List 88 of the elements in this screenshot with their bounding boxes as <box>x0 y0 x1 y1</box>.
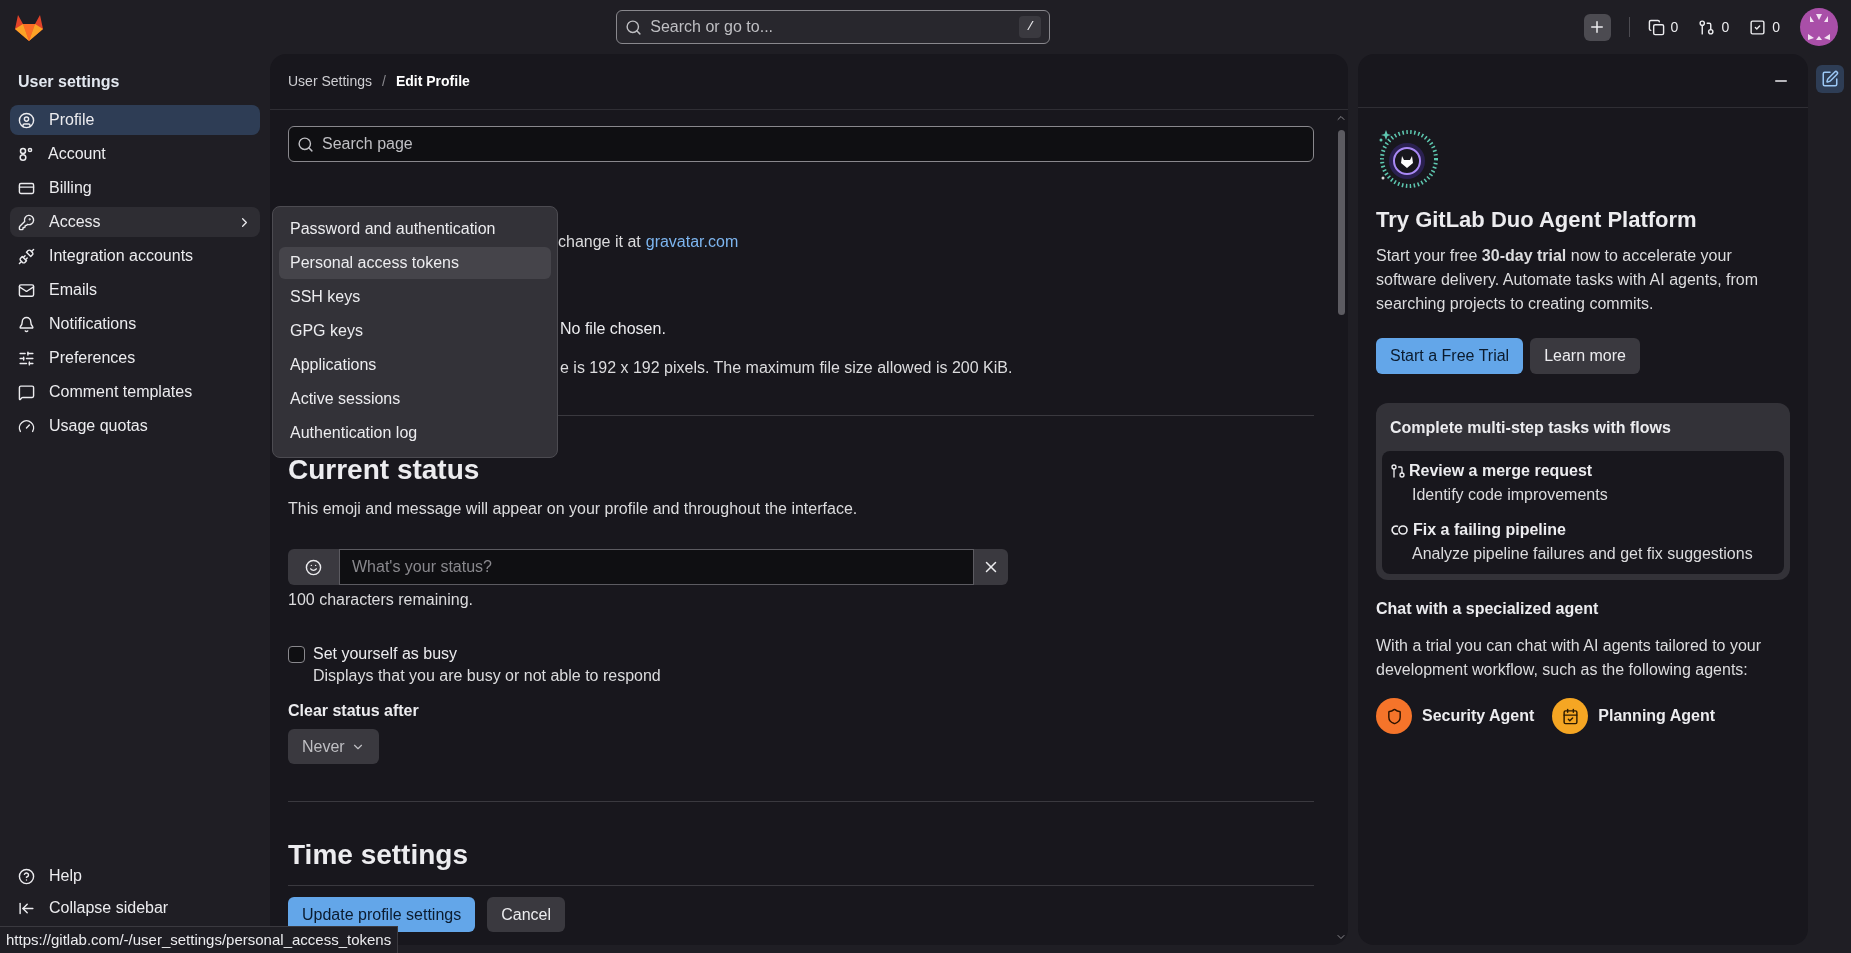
merge-request-icon <box>1390 463 1406 479</box>
shield-icon <box>1385 707 1403 725</box>
chat-description: With a trial you can chat with AI agents tailored to your development workflow, such as the following agents: <box>1376 636 1763 680</box>
create-new-button[interactable] <box>1583 13 1611 41</box>
smiley-icon <box>305 558 322 576</box>
clear-status-button[interactable] <box>974 549 1008 585</box>
counter-button[interactable]: 0 <box>1647 16 1679 38</box>
section-heading: Current status <box>288 453 481 487</box>
flow-title: Fix a failing pipeline <box>1413 520 1566 540</box>
menu-item[interactable]: Active sessions <box>279 383 551 415</box>
status-url-tooltip: https://gitlab.com/-/user_settings/personal_access_tokens <box>0 926 399 953</box>
panel-intro: Start your free 30-day trial now to accelerate your software delivery. Automate tasks with AI agents, from searching projects to creating commits. <box>1376 246 1760 314</box>
collapse-sidebar-button[interactable]: Collapse sidebar <box>10 893 260 923</box>
pipeline-icon <box>1390 523 1410 537</box>
menu-item[interactable]: GPG keys <box>279 315 551 347</box>
scrollbar-thumb[interactable] <box>1337 130 1345 315</box>
cancel-button[interactable]: Cancel <box>487 897 565 932</box>
shortcut-key: / <box>1019 16 1042 38</box>
gauge-icon <box>18 417 35 435</box>
avatar-icon[interactable] <box>1800 8 1838 46</box>
status-input-field[interactable]: What's your status? <box>339 549 974 585</box>
sidebar-item[interactable]: Billing <box>10 173 260 203</box>
search-placeholder: Search or go to... <box>650 17 775 37</box>
global-search-field[interactable]: Search or go to... / <box>616 10 1051 44</box>
page-search-field[interactable]: Search page <box>288 126 1314 162</box>
issues-icon <box>1647 18 1665 36</box>
search-icon <box>297 135 314 153</box>
busy-label: Set yourself as busy <box>313 644 459 664</box>
envelope-icon <box>18 281 35 299</box>
flow-description: Analyze pipeline failures and get fix suggestions <box>1411 544 1754 564</box>
section-title: Chat with a specialized agent <box>1376 599 1600 619</box>
clear-after-dropdown[interactable]: Never <box>288 729 379 764</box>
update-profile-button[interactable]: Update profile settings <box>288 897 476 932</box>
sidebar-item[interactable]: Emails <box>10 275 260 305</box>
gravatar-link[interactable]: gravatar.com <box>645 230 739 254</box>
card-title: Complete multi-step tasks with flows <box>1389 418 1672 438</box>
flow-description: Identify code improvements <box>1411 485 1609 505</box>
menu-item[interactable]: Authentication log <box>279 417 551 449</box>
emoji-button[interactable] <box>288 549 339 585</box>
help-link[interactable]: Help <box>10 861 260 891</box>
agent-name: Security Agent <box>1422 706 1535 726</box>
busy-help: Displays that you are busy or not able to respond <box>313 666 661 686</box>
user-icon <box>18 111 35 129</box>
breadcrumb-separator: / <box>382 72 386 91</box>
account-icon <box>18 146 34 162</box>
agent-name: Planning Agent <box>1598 706 1716 726</box>
field-label: Clear status after <box>288 701 420 721</box>
breadcrumb-link[interactable]: User Settings <box>288 71 373 92</box>
counter-button[interactable]: 0 <box>1749 16 1780 38</box>
sidebar-item[interactable]: Notifications <box>10 309 260 339</box>
sliders-icon <box>18 349 35 367</box>
breadcrumb-link[interactable]: Edit Profile <box>395 71 470 92</box>
section-description: This emoji and message will appear on your profile and throughout the interface. <box>288 499 859 519</box>
counter-button[interactable]: 0 <box>1698 16 1730 38</box>
sidebar-item[interactable]: Account <box>10 139 260 169</box>
sidebar-item[interactable]: Usage quotas <box>10 411 260 441</box>
bell-icon <box>18 315 35 333</box>
characters-remaining: 100 characters remaining. <box>288 590 474 610</box>
merge-request-icon <box>1698 18 1716 36</box>
start-trial-button[interactable]: Start a Free Trial <box>1376 338 1524 374</box>
panel-title: Try GitLab Duo Agent Platform <box>1376 206 1698 234</box>
key-icon <box>18 213 35 231</box>
comment-icon <box>18 383 35 401</box>
calendar-icon <box>1561 707 1579 725</box>
sidebar-item[interactable]: Profile <box>10 105 260 135</box>
search-icon <box>625 18 643 36</box>
avatar-note: change it at <box>558 232 641 252</box>
file-status: No file chosen. <box>560 319 666 339</box>
sidebar-item[interactable]: Preferences <box>10 343 260 373</box>
menu-item[interactable]: SSH keys <box>279 281 551 313</box>
plug-icon <box>18 247 35 265</box>
flow-title: Review a merge request <box>1409 461 1593 481</box>
sidebar-item[interactable]: Comment templates <box>10 377 260 407</box>
todo-icon <box>1749 18 1767 36</box>
menu-item[interactable]: Applications <box>279 349 551 381</box>
help-icon <box>18 867 35 885</box>
duo-chat-button[interactable] <box>1815 65 1844 93</box>
menu-item[interactable]: Personal access tokens <box>279 247 551 279</box>
menu-item[interactable]: Password and authentication <box>279 213 551 245</box>
avatar-size-note: e is 192 x 192 pixels. The maximum file size allowed is 200 KiB. <box>560 358 1013 378</box>
search-placeholder: Search page <box>322 134 413 154</box>
sidebar-item[interactable]: Access <box>10 207 260 237</box>
section-heading: Time settings <box>288 838 469 872</box>
learn-more-button[interactable]: Learn more <box>1530 338 1640 374</box>
busy-checkbox[interactable] <box>288 646 305 663</box>
pen-square-icon <box>1820 70 1839 88</box>
sidebar-item[interactable]: Integration accounts <box>10 241 260 271</box>
sidebar-title: User settings <box>17 72 121 92</box>
